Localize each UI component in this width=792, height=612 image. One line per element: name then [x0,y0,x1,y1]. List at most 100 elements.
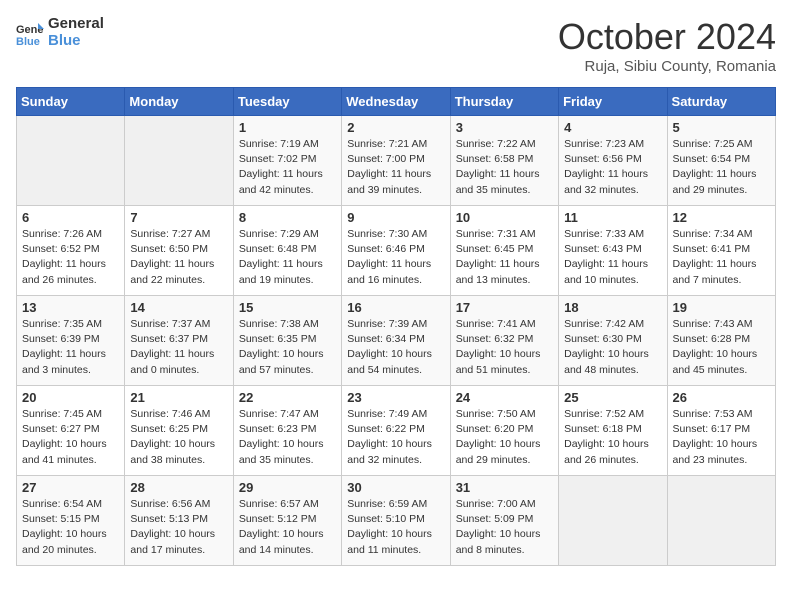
day-number: 6 [22,210,119,225]
calendar-cell: 8 Sunrise: 7:29 AMSunset: 6:48 PMDayligh… [233,206,341,296]
day-number: 7 [130,210,227,225]
day-info: Sunrise: 7:33 AMSunset: 6:43 PMDaylight:… [564,228,648,286]
calendar-week-row: 13 Sunrise: 7:35 AMSunset: 6:39 PMDaylig… [17,296,776,386]
calendar-cell [559,476,667,566]
day-number: 24 [456,390,553,405]
day-number: 31 [456,480,553,495]
calendar-cell: 5 Sunrise: 7:25 AMSunset: 6:54 PMDayligh… [667,116,775,206]
calendar-cell: 16 Sunrise: 7:39 AMSunset: 6:34 PMDaylig… [342,296,450,386]
day-number: 8 [239,210,336,225]
day-number: 2 [347,120,444,135]
calendar-body: 1 Sunrise: 7:19 AMSunset: 7:02 PMDayligh… [17,116,776,566]
day-info: Sunrise: 7:31 AMSunset: 6:45 PMDaylight:… [456,228,540,286]
calendar-cell: 20 Sunrise: 7:45 AMSunset: 6:27 PMDaylig… [17,386,125,476]
day-info: Sunrise: 7:27 AMSunset: 6:50 PMDaylight:… [130,228,214,286]
day-info: Sunrise: 7:23 AMSunset: 6:56 PMDaylight:… [564,138,648,196]
day-info: Sunrise: 6:57 AMSunset: 5:12 PMDaylight:… [239,498,324,556]
day-info: Sunrise: 7:25 AMSunset: 6:54 PMDaylight:… [673,138,757,196]
calendar-cell: 27 Sunrise: 6:54 AMSunset: 5:15 PMDaylig… [17,476,125,566]
logo-blue: Blue [48,33,104,50]
day-number: 13 [22,300,119,315]
calendar-cell: 22 Sunrise: 7:47 AMSunset: 6:23 PMDaylig… [233,386,341,476]
calendar-cell: 25 Sunrise: 7:52 AMSunset: 6:18 PMDaylig… [559,386,667,476]
day-number: 10 [456,210,553,225]
day-info: Sunrise: 7:53 AMSunset: 6:17 PMDaylight:… [673,408,758,466]
calendar-cell: 17 Sunrise: 7:41 AMSunset: 6:32 PMDaylig… [450,296,558,386]
day-number: 9 [347,210,444,225]
day-info: Sunrise: 6:56 AMSunset: 5:13 PMDaylight:… [130,498,215,556]
calendar-cell [17,116,125,206]
header-day: Monday [125,88,233,116]
calendar-cell: 18 Sunrise: 7:42 AMSunset: 6:30 PMDaylig… [559,296,667,386]
calendar-cell: 28 Sunrise: 6:56 AMSunset: 5:13 PMDaylig… [125,476,233,566]
calendar-table: SundayMondayTuesdayWednesdayThursdayFrid… [16,87,776,566]
logo-icon: General Blue [16,19,44,47]
day-number: 26 [673,390,770,405]
day-info: Sunrise: 7:30 AMSunset: 6:46 PMDaylight:… [347,228,431,286]
day-number: 21 [130,390,227,405]
header-day: Friday [559,88,667,116]
page-header: General Blue General Blue October 2024 R… [16,16,776,75]
day-number: 20 [22,390,119,405]
day-info: Sunrise: 7:00 AMSunset: 5:09 PMDaylight:… [456,498,541,556]
calendar-cell: 30 Sunrise: 6:59 AMSunset: 5:10 PMDaylig… [342,476,450,566]
day-info: Sunrise: 6:59 AMSunset: 5:10 PMDaylight:… [347,498,432,556]
calendar-cell: 1 Sunrise: 7:19 AMSunset: 7:02 PMDayligh… [233,116,341,206]
calendar-week-row: 1 Sunrise: 7:19 AMSunset: 7:02 PMDayligh… [17,116,776,206]
calendar-cell [125,116,233,206]
calendar-cell: 4 Sunrise: 7:23 AMSunset: 6:56 PMDayligh… [559,116,667,206]
header-day: Wednesday [342,88,450,116]
day-info: Sunrise: 7:19 AMSunset: 7:02 PMDaylight:… [239,138,323,196]
day-info: Sunrise: 7:46 AMSunset: 6:25 PMDaylight:… [130,408,215,466]
day-info: Sunrise: 7:45 AMSunset: 6:27 PMDaylight:… [22,408,107,466]
day-number: 3 [456,120,553,135]
day-info: Sunrise: 7:29 AMSunset: 6:48 PMDaylight:… [239,228,323,286]
day-number: 27 [22,480,119,495]
month-title: October 2024 [558,16,776,58]
calendar-cell: 24 Sunrise: 7:50 AMSunset: 6:20 PMDaylig… [450,386,558,476]
day-number: 1 [239,120,336,135]
calendar-cell: 12 Sunrise: 7:34 AMSunset: 6:41 PMDaylig… [667,206,775,296]
day-number: 11 [564,210,661,225]
logo-general: General [48,16,104,33]
calendar-cell: 15 Sunrise: 7:38 AMSunset: 6:35 PMDaylig… [233,296,341,386]
calendar-cell: 31 Sunrise: 7:00 AMSunset: 5:09 PMDaylig… [450,476,558,566]
calendar-week-row: 6 Sunrise: 7:26 AMSunset: 6:52 PMDayligh… [17,206,776,296]
day-number: 23 [347,390,444,405]
day-number: 14 [130,300,227,315]
day-info: Sunrise: 7:41 AMSunset: 6:32 PMDaylight:… [456,318,541,376]
day-info: Sunrise: 7:37 AMSunset: 6:37 PMDaylight:… [130,318,214,376]
day-info: Sunrise: 7:43 AMSunset: 6:28 PMDaylight:… [673,318,758,376]
calendar-header: SundayMondayTuesdayWednesdayThursdayFrid… [17,88,776,116]
logo: General Blue General Blue [16,16,104,49]
calendar-cell: 14 Sunrise: 7:37 AMSunset: 6:37 PMDaylig… [125,296,233,386]
location: Ruja, Sibiu County, Romania [558,58,776,75]
day-info: Sunrise: 7:42 AMSunset: 6:30 PMDaylight:… [564,318,649,376]
calendar-cell: 21 Sunrise: 7:46 AMSunset: 6:25 PMDaylig… [125,386,233,476]
calendar-cell: 23 Sunrise: 7:49 AMSunset: 6:22 PMDaylig… [342,386,450,476]
day-info: Sunrise: 7:50 AMSunset: 6:20 PMDaylight:… [456,408,541,466]
day-number: 12 [673,210,770,225]
calendar-cell: 11 Sunrise: 7:33 AMSunset: 6:43 PMDaylig… [559,206,667,296]
day-info: Sunrise: 7:34 AMSunset: 6:41 PMDaylight:… [673,228,757,286]
day-info: Sunrise: 7:47 AMSunset: 6:23 PMDaylight:… [239,408,324,466]
header-day: Thursday [450,88,558,116]
day-number: 19 [673,300,770,315]
day-number: 29 [239,480,336,495]
header-day: Sunday [17,88,125,116]
header-day: Tuesday [233,88,341,116]
calendar-cell: 19 Sunrise: 7:43 AMSunset: 6:28 PMDaylig… [667,296,775,386]
header-row: SundayMondayTuesdayWednesdayThursdayFrid… [17,88,776,116]
calendar-cell: 9 Sunrise: 7:30 AMSunset: 6:46 PMDayligh… [342,206,450,296]
day-info: Sunrise: 7:21 AMSunset: 7:00 PMDaylight:… [347,138,431,196]
day-number: 22 [239,390,336,405]
calendar-week-row: 20 Sunrise: 7:45 AMSunset: 6:27 PMDaylig… [17,386,776,476]
day-info: Sunrise: 7:52 AMSunset: 6:18 PMDaylight:… [564,408,649,466]
day-number: 28 [130,480,227,495]
day-info: Sunrise: 7:26 AMSunset: 6:52 PMDaylight:… [22,228,106,286]
day-number: 17 [456,300,553,315]
day-number: 4 [564,120,661,135]
day-info: Sunrise: 7:22 AMSunset: 6:58 PMDaylight:… [456,138,540,196]
day-info: Sunrise: 7:39 AMSunset: 6:34 PMDaylight:… [347,318,432,376]
calendar-cell: 10 Sunrise: 7:31 AMSunset: 6:45 PMDaylig… [450,206,558,296]
